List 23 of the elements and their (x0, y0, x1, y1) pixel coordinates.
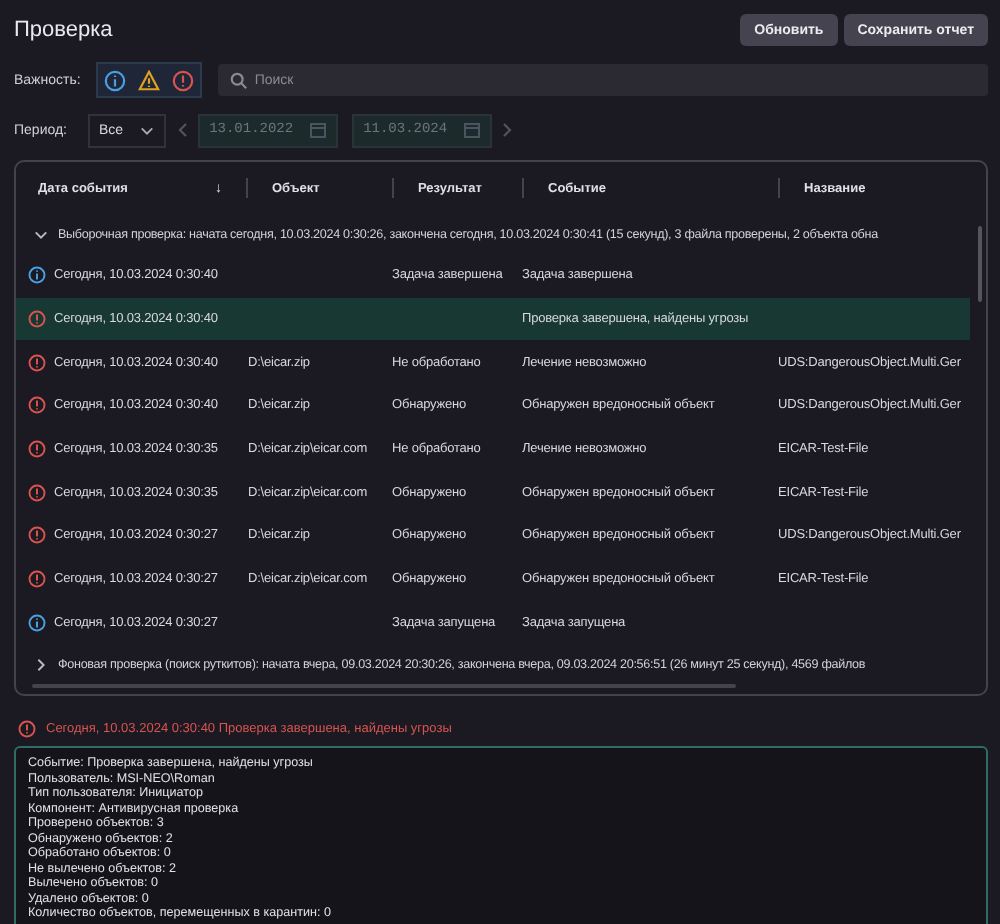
chevron-right-icon (34, 657, 48, 672)
alert-icon (28, 570, 46, 589)
chevron-down-icon (139, 125, 154, 135)
calendar-icon (309, 122, 326, 138)
error-filter-button[interactable] (166, 64, 201, 96)
search-icon (230, 71, 249, 89)
alert-icon (28, 483, 46, 502)
alert-icon (18, 719, 36, 737)
info-filter-button[interactable] (98, 64, 133, 96)
previous-icon[interactable] (175, 122, 188, 138)
scrollbar[interactable] (32, 684, 736, 688)
scrollbar[interactable] (978, 226, 982, 302)
info-icon (28, 266, 46, 285)
alert-icon (28, 526, 46, 545)
alert-icon (28, 310, 46, 329)
alert-icon (28, 353, 46, 372)
chevron-down-icon (34, 227, 48, 241)
next-icon[interactable] (501, 122, 514, 138)
page-title: Проверка (14, 18, 113, 42)
alert-icon (28, 440, 46, 459)
info-icon (28, 613, 46, 632)
alert-icon (28, 396, 46, 415)
calendar-icon (463, 122, 480, 138)
